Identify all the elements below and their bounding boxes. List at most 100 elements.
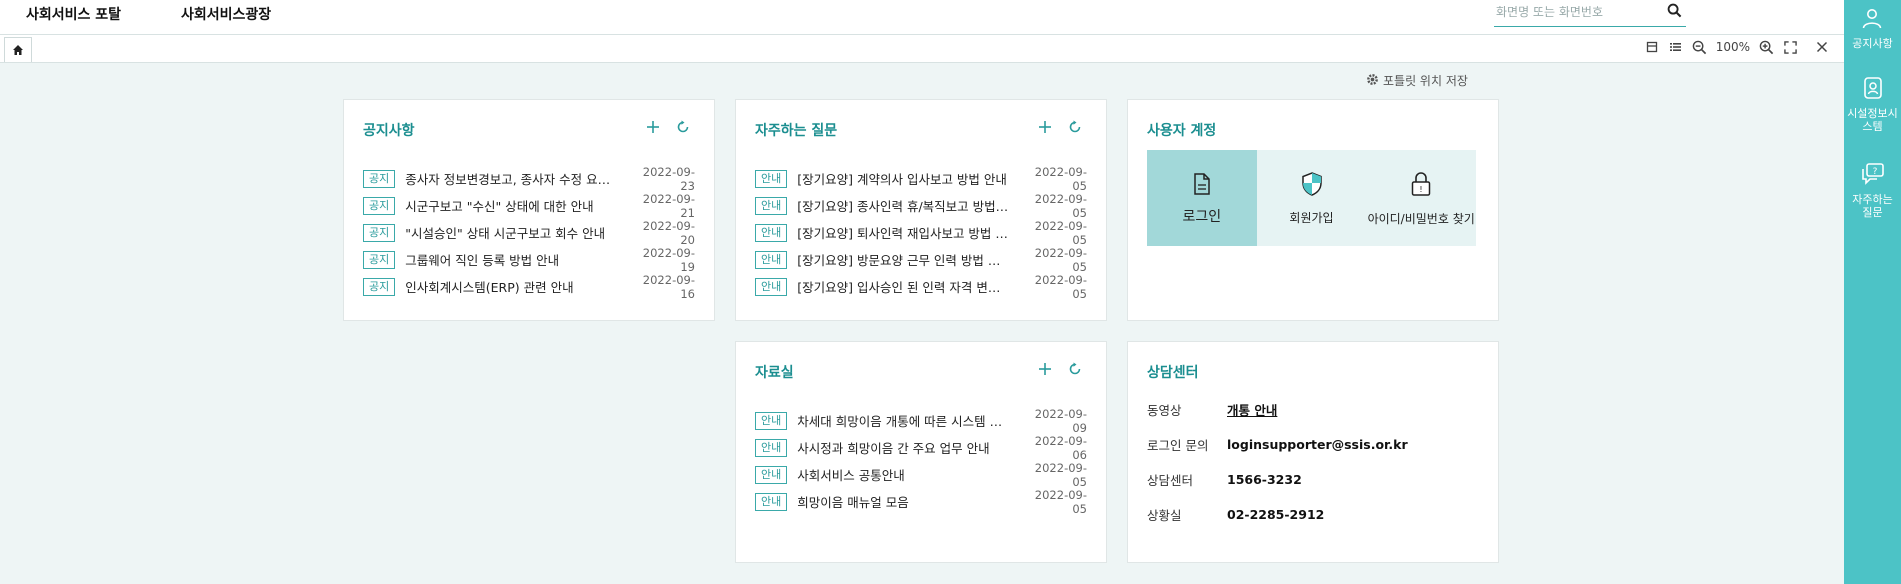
library-card: 자료실 안내 차세대 희망이음 개통에 따른 시스템 안내 2022-09-09 안… [735, 341, 1107, 563]
info-badge: 안내 [755, 438, 788, 457]
login-label: 로그인 [1182, 208, 1222, 225]
item-title: 인사회계시스템(ERP) 관련 안내 [405, 280, 574, 295]
close-icon[interactable] [1814, 39, 1830, 55]
item-date: 2022-09-05 [1034, 218, 1087, 247]
info-row-login-inquiry: 로그인 문의 loginsupporter@ssis.or.kr [1147, 427, 1479, 462]
info-badge: 안내 [755, 465, 788, 484]
person-icon [1861, 8, 1885, 33]
item-title: [장기요양] 계약의사 입사보고 방법 안내 [797, 172, 1007, 187]
item-title: 종사자 정보변경보고, 종사자 수정 요청 처리 안내 [405, 172, 617, 187]
list-item[interactable]: 공지 종사자 정보변경보고, 종사자 수정 요청 처리 안내 2022-09-23 [363, 164, 695, 193]
rail-item-faq[interactable]: ? 자주하는 질문 [1844, 162, 1901, 219]
shield-icon [1300, 171, 1324, 201]
refresh-icon[interactable] [674, 118, 692, 136]
account-actions: 로그인 회원가입 ! 아이디/비밀번호 찾기 [1147, 150, 1476, 246]
faq-list: 안내 [장기요양] 계약의사 입사보고 방법 안내 2022-09-05 안내 [장기… [755, 164, 1087, 301]
faq-card: 자주하는 질문 안내 [장기요양] 계약의사 입사보고 방법 안내 2022-09-… [735, 99, 1107, 321]
list-item[interactable]: 공지 인사회계시스템(ERP) 관련 안내 2022-09-16 [363, 272, 695, 301]
list-item[interactable]: 안내 사회서비스 공통안내 2022-09-05 [755, 461, 1087, 489]
launch-guide-link[interactable]: 개통 안내 [1227, 400, 1277, 419]
signup-button[interactable]: 회원가입 [1257, 150, 1367, 246]
item-date: 2022-09-09 [1034, 406, 1087, 435]
nav-portal-link[interactable]: 사회서비스 포탈 [26, 4, 121, 24]
library-list: 안내 차세대 희망이음 개통에 따른 시스템 안내 2022-09-09 안내 사시정… [755, 406, 1087, 516]
save-portlet-position-label: 포틀릿 위치 저장 [1383, 74, 1468, 88]
item-date: 2022-09-23 [642, 164, 695, 193]
quick-menu-rail: 공지사항 시설정보시스템 ? 자주하는 질문 [1844, 0, 1901, 584]
notice-badge: 공지 [363, 169, 396, 188]
info-row-situation-room: 상황실 02-2285-2912 [1147, 497, 1479, 532]
plus-icon[interactable] [1036, 118, 1054, 136]
id-badge-icon [1862, 76, 1884, 103]
item-date: 2022-09-16 [642, 272, 695, 301]
document-icon [1192, 172, 1212, 200]
view-tools: 100% [1644, 39, 1830, 55]
find-id-password-label: 아이디/비밀번호 찾기 [1367, 211, 1475, 226]
plus-icon[interactable] [644, 118, 662, 136]
card-title: 사용자 계정 [1147, 123, 1217, 139]
item-date: 2022-09-06 [1034, 433, 1087, 462]
item-title: [장기요양] 입사승인 된 인력 자격 변경 안내 [797, 280, 1009, 295]
nav-plaza-link[interactable]: 사회서비스광장 [181, 4, 271, 24]
item-date: 2022-09-19 [642, 245, 695, 274]
info-badge: 안내 [755, 223, 788, 242]
list-item[interactable]: 안내 사시정과 희망이음 간 주요 업무 안내 2022-09-06 [755, 433, 1087, 462]
zoom-in-icon[interactable] [1758, 39, 1774, 55]
zoom-out-icon[interactable] [1692, 39, 1708, 55]
info-badge: 안내 [755, 492, 788, 511]
list-item[interactable]: 안내 [장기요양] 퇴사인력 재입사보고 방법 안내 2022-09-05 [755, 218, 1087, 247]
notices-card: 공지사항 공지 종사자 정보변경보고, 종사자 수정 요청 처리 안내 2022-0… [343, 99, 715, 321]
find-id-password-button[interactable]: ! 아이디/비밀번호 찾기 [1366, 150, 1476, 246]
rail-item-label: 공지사항 [1852, 37, 1893, 50]
page-icon[interactable] [1644, 39, 1660, 55]
contact-info: 동영상 개통 안내 로그인 문의 loginsupporter@ssis.or.… [1147, 392, 1479, 532]
rail-item-facility-system[interactable]: 시설정보시스템 [1844, 76, 1901, 133]
list-item[interactable]: 안내 [장기요양] 입사승인 된 인력 자격 변경 안내 2022-09-05 [755, 272, 1087, 301]
item-title: [장기요양] 종사인력 휴/복직보고 방법 안내 [797, 199, 1009, 214]
item-title: 사시정과 희망이음 간 주요 업무 안내 [797, 441, 990, 456]
list-item[interactable]: 공지 "시설승인" 상태 시군구보고 회수 안내 2022-09-20 [363, 219, 695, 247]
svg-text:!: ! [1420, 185, 1423, 194]
rail-item-label: 시설정보시스템 [1847, 107, 1898, 133]
screen-search [1494, 0, 1686, 27]
gear-icon [1366, 73, 1379, 89]
account-card: 사용자 계정 로그인 회원가입 ! 아이디/비밀번호 찾기 [1127, 99, 1499, 321]
home-tab[interactable] [4, 37, 32, 62]
list-item[interactable]: 안내 [장기요양] 계약의사 입사보고 방법 안내 2022-09-05 [755, 164, 1087, 193]
info-label: 로그인 문의 [1147, 438, 1209, 453]
login-button[interactable]: 로그인 [1147, 150, 1257, 246]
info-badge: 안내 [755, 250, 788, 269]
refresh-icon[interactable] [1066, 118, 1084, 136]
info-badge: 안내 [755, 169, 788, 188]
save-portlet-position-button[interactable]: 포틀릿 위치 저장 [1366, 72, 1468, 89]
item-date: 2022-09-05 [1034, 272, 1087, 301]
card-title: 자료실 [755, 365, 794, 381]
zoom-level: 100% [1715, 40, 1750, 54]
item-date: 2022-09-05 [1034, 245, 1087, 274]
info-badge: 안내 [755, 411, 788, 430]
item-date: 2022-09-05 [1034, 164, 1087, 193]
list-item[interactable]: 안내 희망이음 매뉴얼 모음 2022-09-05 [755, 488, 1087, 516]
item-title: 사회서비스 공통안내 [797, 468, 905, 483]
notice-badge: 공지 [363, 223, 396, 242]
search-icon[interactable] [1667, 3, 1682, 22]
support-email: loginsupporter@ssis.or.kr [1227, 437, 1408, 452]
chat-question-icon: ? [1860, 162, 1886, 189]
rail-item-notices[interactable]: 공지사항 [1844, 8, 1901, 50]
item-date: 2022-09-21 [642, 191, 695, 220]
search-input[interactable] [1494, 0, 1658, 24]
item-title: [장기요양] 방문요양 근무 인력 방법 안내 [797, 253, 1009, 268]
notice-badge: 공지 [363, 277, 396, 296]
list-item[interactable]: 안내 [장기요양] 종사인력 휴/복직보고 방법 안내 2022-09-05 [755, 192, 1087, 220]
fullscreen-icon[interactable] [1782, 39, 1798, 55]
consultation-center-card: 상담센터 동영상 개통 안내 로그인 문의 loginsupporter@ssi… [1127, 341, 1499, 563]
list-icon[interactable] [1668, 39, 1684, 55]
list-item[interactable]: 안내 [장기요양] 방문요양 근무 인력 방법 안내 2022-09-05 [755, 245, 1087, 274]
home-icon [12, 41, 24, 60]
plus-icon[interactable] [1036, 360, 1054, 378]
list-item[interactable]: 공지 그룹웨어 직인 등록 방법 안내 2022-09-19 [363, 245, 695, 274]
signup-label: 회원가입 [1289, 210, 1334, 225]
refresh-icon[interactable] [1066, 360, 1084, 378]
list-item[interactable]: 공지 시군구보고 "수신" 상태에 대한 안내 2022-09-21 [363, 191, 695, 220]
list-item[interactable]: 안내 차세대 희망이음 개통에 따른 시스템 안내 2022-09-09 [755, 406, 1087, 435]
